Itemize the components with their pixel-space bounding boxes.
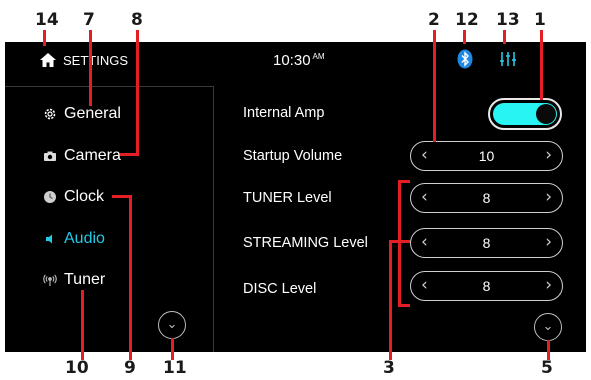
callout-bracket-3 (398, 180, 401, 307)
callout-10: 10 (65, 358, 89, 378)
tuner-level-value: 8 (482, 190, 491, 206)
settings-screen: SETTINGS 10:30 AM General Camera Clock A… (5, 42, 586, 352)
callout-line-8 (136, 30, 139, 155)
home-icon[interactable] (39, 52, 57, 68)
sidebar-item-label: Tuner (64, 271, 106, 288)
callout-13: 13 (496, 10, 520, 30)
callout-11: 11 (163, 358, 187, 378)
callout-line-8-h (120, 153, 139, 156)
sidebar-scroll-down-button[interactable]: ⌄ (158, 311, 186, 339)
callout-3: 3 (383, 358, 395, 378)
sidebar-item-general[interactable]: General (43, 105, 121, 123)
startup-volume-label: Startup Volume (243, 148, 343, 164)
sidebar: General Camera Clock Audio Tuner ⌄ (5, 86, 215, 352)
callout-line-9 (129, 196, 132, 360)
clock-time: 10:30 AM (273, 52, 325, 69)
callout-line-9-h (112, 195, 132, 198)
callout-line-7 (89, 30, 92, 106)
clock-time-suffix: AM (312, 52, 325, 61)
chevron-right-icon[interactable]: › (545, 232, 552, 252)
callout-8: 8 (131, 10, 143, 30)
chevron-right-icon[interactable]: › (545, 187, 552, 207)
callout-line-5 (547, 340, 550, 360)
callout-line-11 (171, 338, 174, 360)
page-title: SETTINGS (63, 53, 129, 68)
toggle-knob (536, 104, 556, 124)
callout-bracket-3-bottom (398, 304, 410, 307)
clock-icon (43, 190, 57, 204)
startup-volume-value: 10 (478, 148, 495, 164)
equalizer-icon[interactable] (499, 50, 517, 68)
callout-line-13 (503, 30, 506, 44)
gear-icon (43, 107, 57, 121)
callout-9: 9 (124, 358, 136, 378)
chevron-down-icon: ⌄ (166, 316, 178, 331)
sidebar-item-label: Clock (64, 188, 105, 205)
sidebar-item-label: Audio (64, 230, 105, 247)
callout-1: 1 (534, 10, 546, 30)
disc-level-label: DISC Level (243, 281, 317, 297)
clock-time-value: 10:30 (273, 52, 311, 69)
sidebar-item-label: Camera (64, 147, 121, 164)
callout-12: 12 (455, 10, 479, 30)
speaker-icon (43, 232, 57, 246)
callout-line-12 (463, 30, 466, 44)
callout-2: 2 (428, 10, 440, 30)
streaming-level-label: STREAMING Level (243, 235, 368, 251)
sidebar-item-camera[interactable]: Camera (43, 147, 121, 165)
disc-level-stepper[interactable]: ‹ 8 › (410, 271, 563, 301)
streaming-level-value: 8 (482, 235, 491, 251)
callout-line-3 (389, 240, 392, 360)
main-scroll-down-button[interactable]: ⌄ (534, 313, 562, 341)
sidebar-item-label: General (64, 105, 121, 122)
chevron-right-icon[interactable]: › (545, 275, 552, 295)
antenna-icon (43, 273, 57, 287)
callout-line-2 (433, 30, 436, 142)
sidebar-item-tuner[interactable]: Tuner (43, 271, 105, 289)
internal-amp-label: Internal Amp (243, 105, 325, 121)
internal-amp-toggle[interactable] (488, 98, 562, 130)
callout-line-3-h (389, 240, 401, 243)
callout-line-1 (540, 30, 543, 100)
callout-5: 5 (541, 358, 553, 378)
callout-7: 7 (83, 10, 95, 30)
toggle-track (493, 103, 557, 125)
chevron-down-icon: ⌄ (542, 318, 554, 333)
callout-line-10 (81, 290, 84, 360)
callout-14: 14 (35, 10, 59, 30)
chevron-right-icon[interactable]: › (545, 145, 552, 165)
callout-bracket-3-top (398, 180, 410, 183)
camera-icon (43, 149, 57, 163)
callout-line-14 (43, 30, 46, 46)
sidebar-item-audio[interactable]: Audio (43, 230, 105, 248)
startup-volume-stepper[interactable]: ‹ 10 › (410, 141, 563, 171)
tuner-level-stepper[interactable]: ‹ 8 › (410, 183, 563, 213)
tuner-level-label: TUNER Level (243, 190, 332, 206)
disc-level-value: 8 (482, 278, 491, 294)
bluetooth-icon[interactable] (457, 49, 473, 69)
sidebar-item-clock[interactable]: Clock (43, 188, 104, 206)
streaming-level-stepper[interactable]: ‹ 8 › (410, 228, 563, 258)
